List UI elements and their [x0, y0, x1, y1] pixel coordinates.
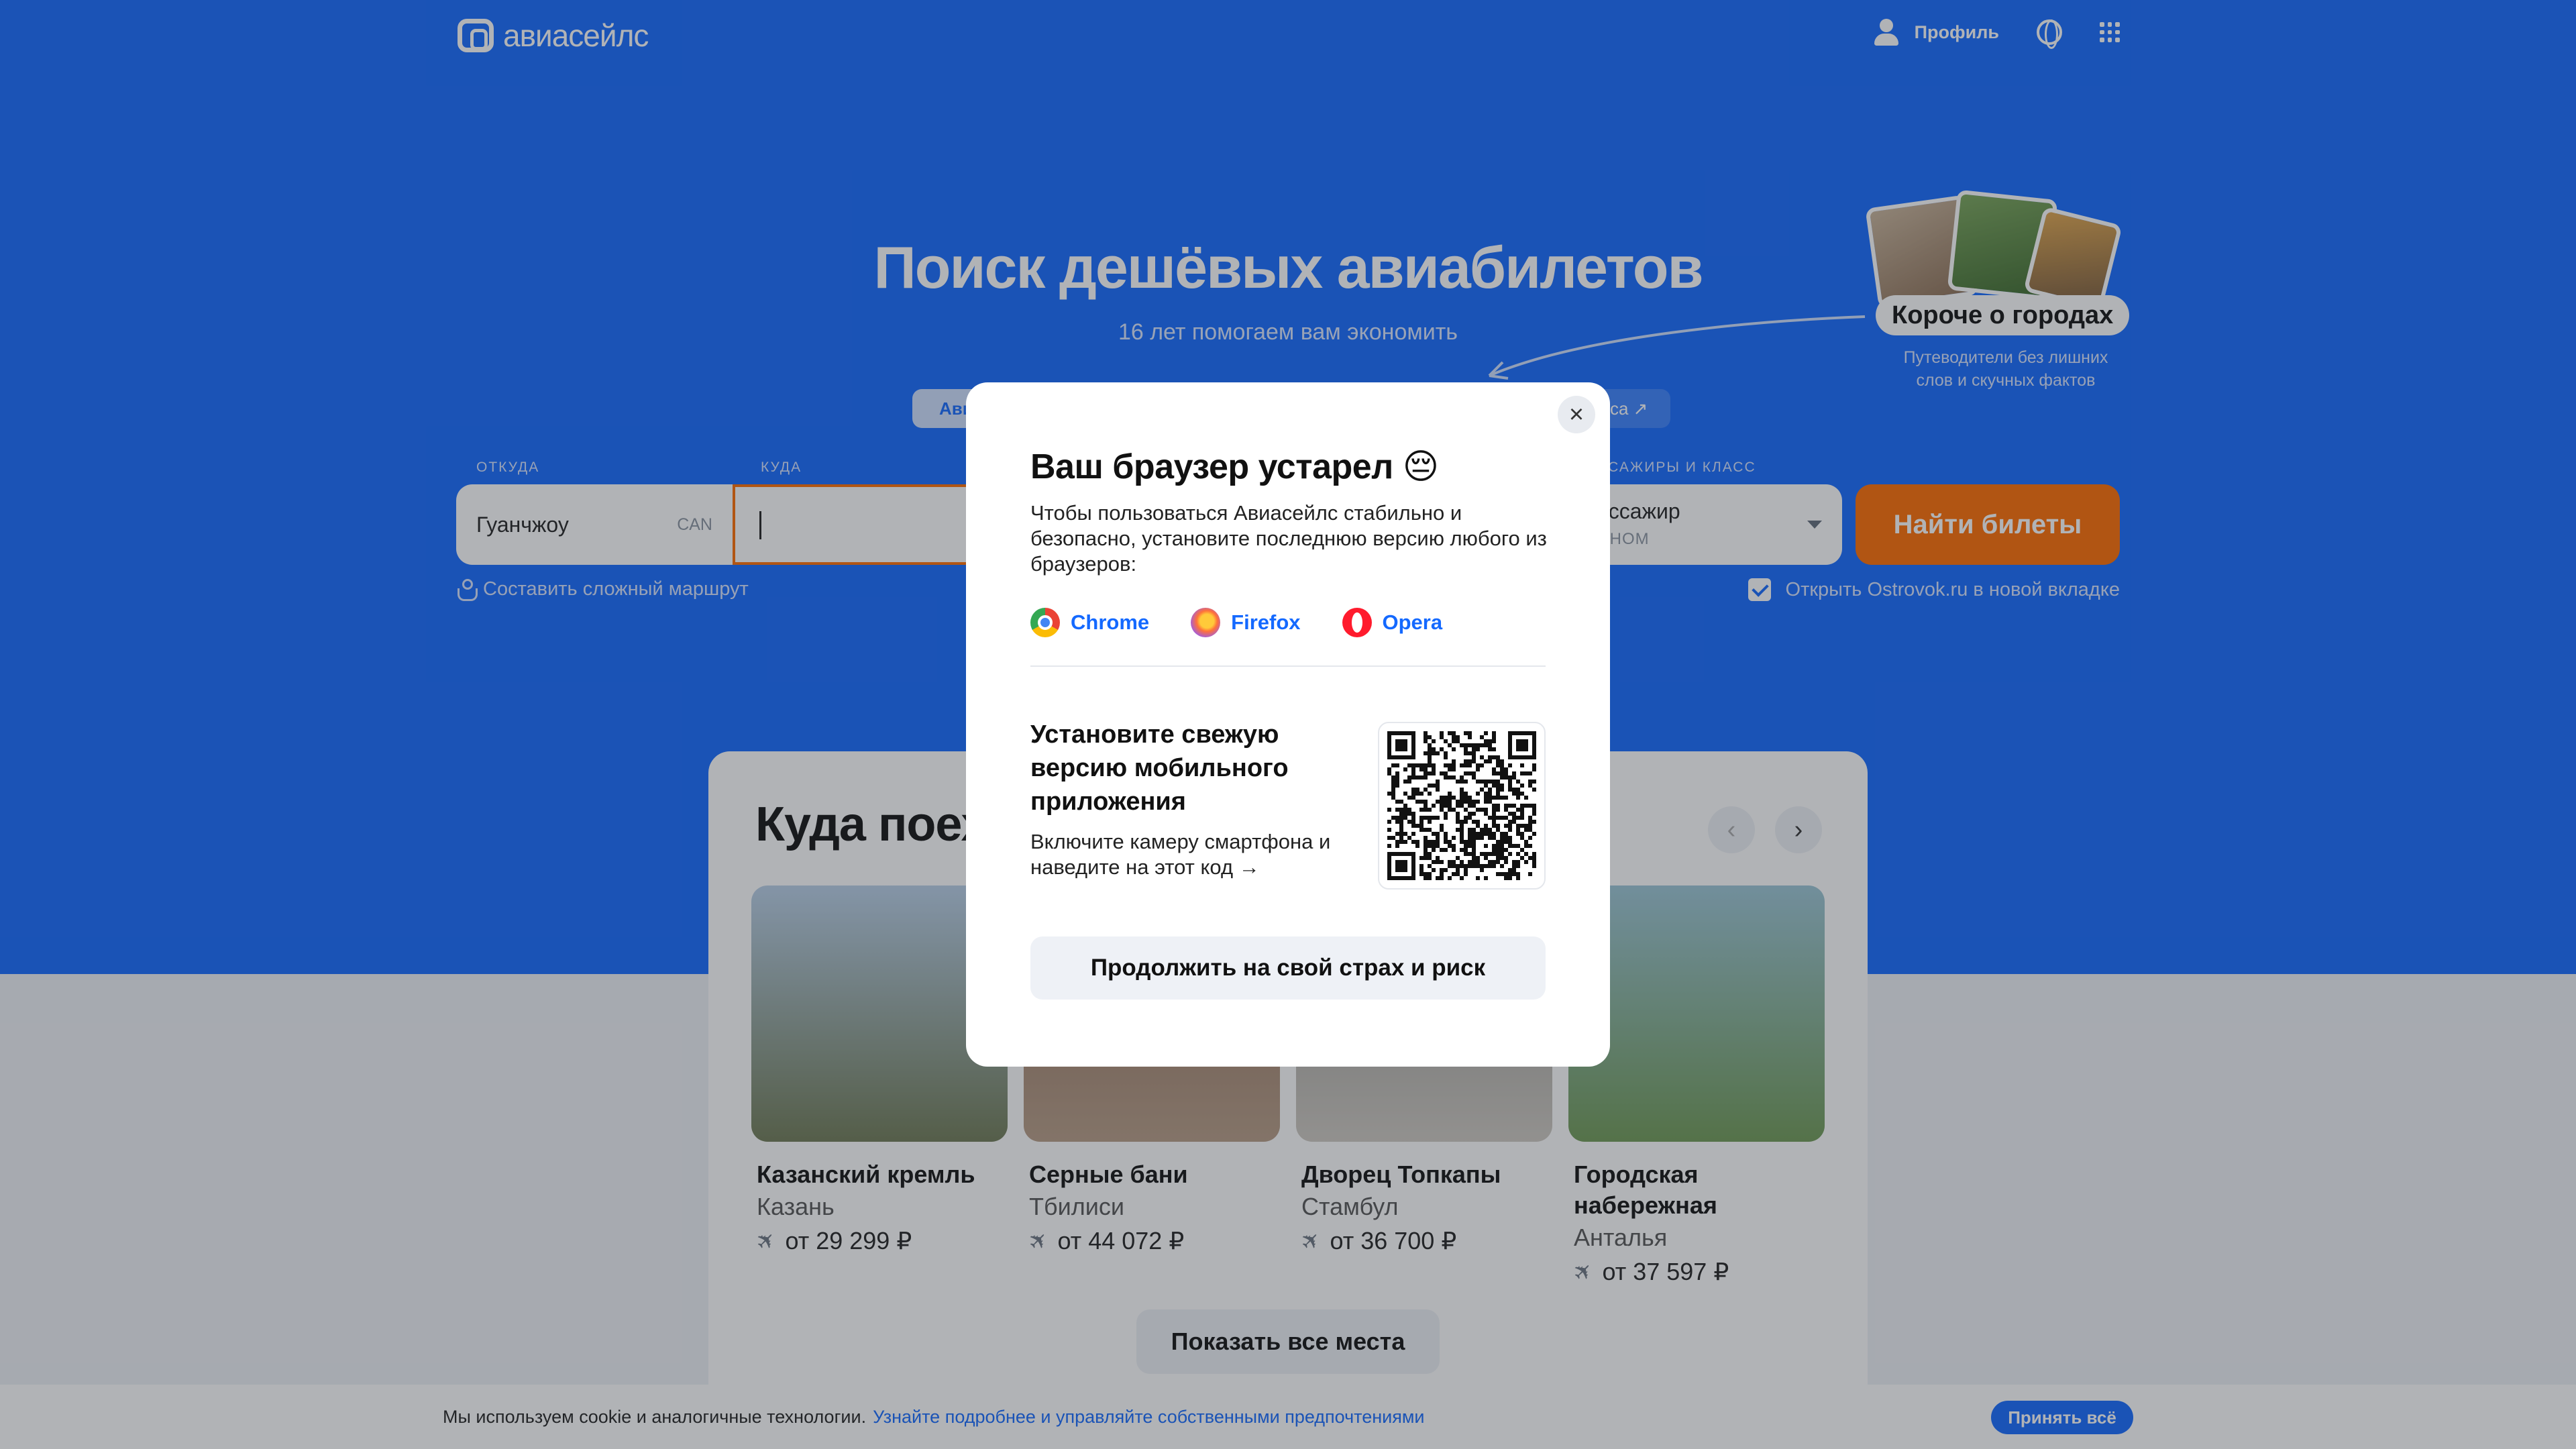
app-text: Включите камеру смартфона и наведите на …: [1030, 830, 1331, 879]
chrome-label: Chrome: [1071, 610, 1150, 634]
firefox-icon: [1191, 608, 1221, 637]
divider: [1030, 665, 1546, 667]
modal-text: Чтобы пользоваться Авиасейлс стабильно и…: [1030, 501, 1547, 576]
modal-title: Ваш браузер устарел 😔: [1030, 447, 1439, 486]
opera-label: Opera: [1382, 610, 1443, 634]
qr-code: [1378, 722, 1546, 890]
close-icon[interactable]: ×: [1558, 396, 1595, 433]
app-title: Установите свежую версию мобильного прил…: [1030, 720, 1289, 816]
outdated-browser-modal: × Ваш браузер устарел 😔 Чтобы пользовать…: [966, 382, 1610, 1067]
browser-links: Chrome Firefox Opera: [1030, 608, 1442, 637]
chrome-icon: [1030, 608, 1060, 637]
chrome-link[interactable]: Chrome: [1030, 608, 1149, 637]
firefox-label: Firefox: [1231, 610, 1301, 634]
continue-anyway-button[interactable]: Продолжить на свой страх и риск: [1030, 936, 1546, 1000]
firefox-link[interactable]: Firefox: [1191, 608, 1301, 637]
opera-link[interactable]: Opera: [1342, 608, 1443, 637]
opera-icon: [1342, 608, 1372, 637]
